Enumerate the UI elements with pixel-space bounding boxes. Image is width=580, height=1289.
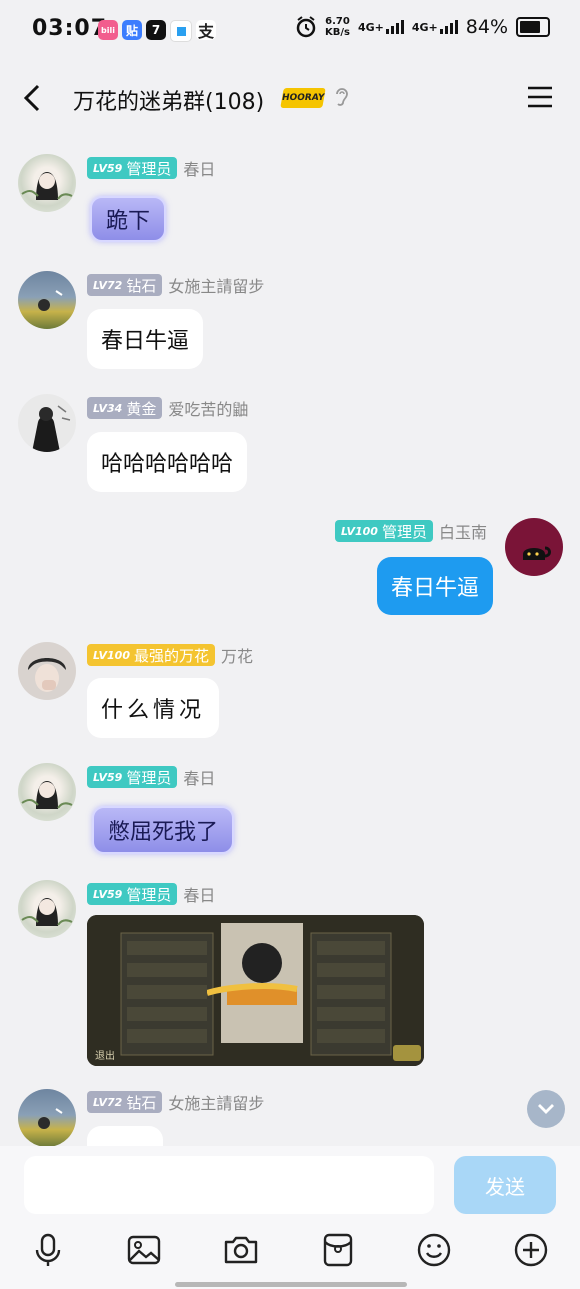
sender-name: 白玉南 xyxy=(438,523,487,542)
avatar-nvshizhu[interactable] xyxy=(18,271,76,329)
sender-meta: LV34 黄金 爱吃苦的鼬 xyxy=(87,396,248,420)
avatar-self[interactable] xyxy=(505,518,563,576)
sender-name: 春日 xyxy=(183,160,216,179)
notification-icons: bili 贴 7 支 xyxy=(98,20,216,42)
camera-icon[interactable] xyxy=(223,1232,259,1268)
sender-meta: LV59 管理员 春日 xyxy=(87,765,215,789)
app-7-icon: 7 xyxy=(146,20,166,40)
sender-name: 春日 xyxy=(183,886,216,905)
microphone-icon[interactable] xyxy=(30,1232,66,1268)
status-bar: 03:07 bili 贴 7 支 6.70 KB/s 4G+ 4G+ 84% xyxy=(0,0,580,62)
input-area: 发送 xyxy=(0,1146,580,1289)
red-packet-icon[interactable] xyxy=(320,1232,356,1268)
level-badge: LV59 管理员 xyxy=(87,883,178,905)
sender-name: 春日 xyxy=(183,769,216,788)
message-input[interactable] xyxy=(24,1156,434,1214)
ear-icon[interactable] xyxy=(333,86,351,108)
sender-name: 爱吃苦的鼬 xyxy=(168,400,249,419)
avatar-chunri[interactable] xyxy=(18,154,76,212)
emoji-icon[interactable] xyxy=(416,1232,452,1268)
alipay-icon: 支 xyxy=(196,20,216,41)
level-badge: LV34 黄金 xyxy=(87,397,163,419)
tieba-icon: 贴 xyxy=(122,20,142,40)
message-bubble[interactable]: 憋屈死我了 xyxy=(92,806,235,854)
plus-icon[interactable] xyxy=(513,1232,549,1268)
chat-header: 万花的迷弟群(108) HOORAY xyxy=(0,62,580,132)
sender-name: 万花 xyxy=(221,647,254,666)
image-message[interactable]: 退出 xyxy=(87,915,424,1066)
send-button[interactable]: 发送 xyxy=(454,1156,556,1214)
message-bubble[interactable]: 春日牛逼 xyxy=(376,557,493,615)
alarm-icon xyxy=(296,16,316,38)
sender-name: 女施主請留步 xyxy=(168,1094,265,1113)
sender-meta: LV59 管理员 春日 xyxy=(87,882,215,906)
net-speed: 6.70 KB/s xyxy=(324,16,350,38)
avatar-chunri[interactable] xyxy=(18,880,76,938)
message-bubble[interactable]: 跪下 xyxy=(90,196,167,242)
avatar-chunri[interactable] xyxy=(18,763,76,821)
bilibili-icon: bili xyxy=(98,20,118,40)
status-indicators: 6.70 KB/s 4G+ 4G+ 84% xyxy=(295,16,550,38)
battery-percent: 84% xyxy=(465,16,508,38)
level-badge: LV59 管理员 xyxy=(87,157,178,179)
sender-meta: LV72 钻石 女施主請留步 xyxy=(87,1090,264,1114)
battery-icon xyxy=(516,17,550,37)
status-time: 03:07 xyxy=(32,16,108,41)
level-badge: LV100 最强的万花 xyxy=(87,644,215,666)
message-bubble[interactable] xyxy=(87,1126,163,1148)
game-screenshot-image xyxy=(87,915,424,1066)
app-square-icon xyxy=(170,20,192,42)
message-bubble[interactable]: 春日牛逼 xyxy=(87,309,204,369)
message-bubble[interactable]: 什么情况 xyxy=(87,678,220,738)
group-tag: HOORAY xyxy=(280,88,326,108)
image-caption: 退出 xyxy=(95,1051,115,1062)
level-badge: LV59 管理员 xyxy=(87,766,178,788)
group-title[interactable]: 万花的迷弟群(108) xyxy=(73,84,264,116)
sender-meta: LV72 钻石 女施主請留步 xyxy=(87,273,264,297)
avatar-aichiku[interactable] xyxy=(18,394,76,452)
message-bubble[interactable]: 哈哈哈哈哈哈 xyxy=(87,432,248,492)
level-badge: LV72 钻石 xyxy=(87,1091,163,1113)
sender-meta: LV100 管理员 白玉南 xyxy=(334,519,487,543)
scroll-to-bottom-button[interactable] xyxy=(527,1090,565,1128)
avatar-nvshizhu[interactable] xyxy=(18,1089,76,1147)
sender-meta: LV59 管理员 春日 xyxy=(87,156,215,180)
home-indicator[interactable] xyxy=(175,1282,407,1287)
signal-1: 4G+ xyxy=(358,20,404,34)
chevron-down-icon xyxy=(538,1104,554,1114)
level-badge: LV100 管理员 xyxy=(334,520,433,542)
sender-name: 女施主請留步 xyxy=(168,277,265,296)
avatar-wanhua[interactable] xyxy=(18,642,76,700)
sender-meta: LV100 最强的万花 万花 xyxy=(87,643,253,667)
signal-2: 4G+ xyxy=(412,20,458,34)
back-arrow-icon[interactable] xyxy=(14,80,50,116)
level-badge: LV72 钻石 xyxy=(87,274,163,296)
menu-icon[interactable] xyxy=(526,84,554,110)
image-icon[interactable] xyxy=(126,1232,162,1268)
